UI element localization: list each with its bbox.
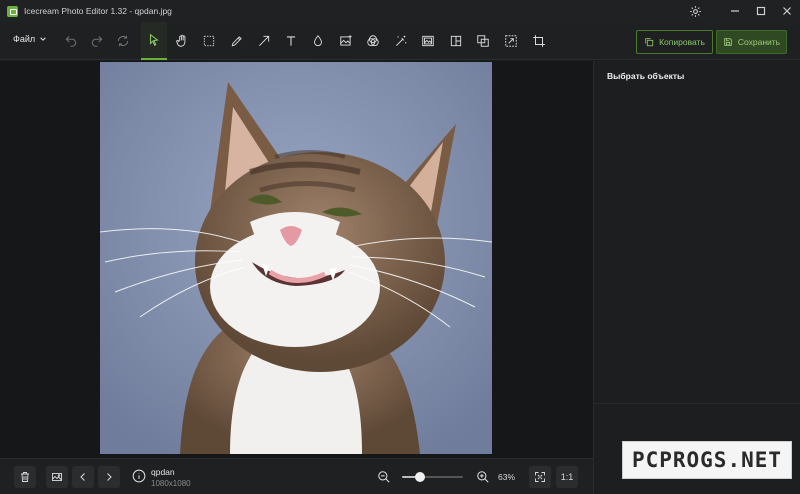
hand-tool-button[interactable] xyxy=(169,22,195,60)
trash-icon xyxy=(21,472,29,482)
frame-icon xyxy=(422,35,434,47)
save-icon xyxy=(724,38,732,46)
duplicate-icon xyxy=(477,35,489,47)
watermark-logo: PCPROGS.NET xyxy=(622,441,792,479)
cat-illustration xyxy=(100,62,492,454)
cat-photo[interactable] xyxy=(100,62,492,454)
marquee-select-icon xyxy=(203,35,215,47)
title-bar: Icecream Photo Editor 1.32 - qpdan.jpg xyxy=(0,0,800,22)
copy-icon xyxy=(645,38,654,47)
fill-tool-button[interactable] xyxy=(360,22,386,60)
reset-button[interactable] xyxy=(110,22,136,60)
magic-tool-button[interactable] xyxy=(388,22,414,60)
info-icon[interactable] xyxy=(132,469,146,483)
editor-canvas[interactable] xyxy=(0,61,593,458)
collage-tool-button[interactable] xyxy=(443,22,469,60)
crop-tool-button[interactable] xyxy=(526,22,552,60)
undo-button[interactable] xyxy=(58,22,84,60)
copy-button[interactable]: Копировать xyxy=(636,30,713,54)
save-button-label: Сохранить xyxy=(737,37,781,47)
file-menu[interactable]: Файл xyxy=(13,34,47,44)
chevron-down-icon xyxy=(40,37,46,41)
objects-panel: Выбрать объекты xyxy=(593,61,800,494)
chevron-right-icon xyxy=(107,473,112,481)
duplicate-tool-button[interactable] xyxy=(470,22,496,60)
zoom-in-icon[interactable] xyxy=(476,470,490,484)
frame-tool-button[interactable] xyxy=(415,22,441,60)
change-image-button[interactable] xyxy=(46,466,68,488)
close-button[interactable] xyxy=(774,0,800,22)
select-cursor-icon xyxy=(149,33,159,46)
panel-divider xyxy=(594,403,800,404)
window-title: Icecream Photo Editor 1.32 - qpdan.jpg xyxy=(24,6,172,16)
file-menu-label: Файл xyxy=(13,34,36,44)
previous-image-button[interactable] xyxy=(72,466,94,488)
collage-icon xyxy=(450,35,462,47)
arrow-tool-button[interactable] xyxy=(251,22,277,60)
settings-gear-icon[interactable] xyxy=(682,0,708,22)
bottom-bar: qpdan 1080x1080 63% 1:1 xyxy=(0,458,593,494)
magic-wand-icon xyxy=(396,35,407,46)
delete-button[interactable] xyxy=(14,466,36,488)
image-icon xyxy=(340,35,352,46)
redo-button[interactable] xyxy=(84,22,110,60)
zoom-slider[interactable] xyxy=(402,472,463,482)
fill-icon xyxy=(367,35,379,47)
arrow-icon xyxy=(259,35,270,46)
resize-tool-button[interactable] xyxy=(498,22,524,60)
brush-icon xyxy=(231,36,242,47)
blur-tool-button[interactable] xyxy=(305,22,331,60)
actual-size-button[interactable]: 1:1 xyxy=(556,466,578,488)
file-info: qpdan 1080x1080 xyxy=(151,467,191,488)
select-tool-button[interactable] xyxy=(141,22,167,60)
file-dimensions: 1080x1080 xyxy=(151,479,191,488)
fit-screen-icon xyxy=(535,472,545,482)
image-tool-button[interactable] xyxy=(333,22,359,60)
app-logo-icon xyxy=(7,5,18,17)
window-controls xyxy=(682,0,800,22)
copy-button-label: Копировать xyxy=(659,37,705,47)
marquee-tool-button[interactable] xyxy=(196,22,222,60)
panel-title: Выбрать объекты xyxy=(607,71,685,81)
file-name: qpdan xyxy=(151,467,175,477)
zoom-out-icon[interactable] xyxy=(377,470,391,484)
image-swap-icon xyxy=(52,473,62,481)
resize-icon xyxy=(505,35,517,47)
main-toolbar: Файл Копировать Сохранить xyxy=(0,22,800,60)
undo-icon xyxy=(65,35,77,47)
crop-icon xyxy=(533,35,545,47)
chevron-left-icon xyxy=(80,473,85,481)
hand-icon xyxy=(176,34,186,47)
redo-icon xyxy=(91,35,103,47)
maximize-button[interactable] xyxy=(748,0,774,22)
reset-icon xyxy=(117,35,129,47)
zoom-level: 63% xyxy=(498,472,516,482)
brush-tool-button[interactable] xyxy=(224,22,250,60)
next-image-button[interactable] xyxy=(98,466,120,488)
save-button[interactable]: Сохранить xyxy=(716,30,787,54)
text-tool-button[interactable] xyxy=(278,22,304,60)
zoom-slider-handle[interactable] xyxy=(415,472,426,482)
text-icon xyxy=(286,36,296,46)
fit-to-screen-button[interactable] xyxy=(529,466,551,488)
drop-icon xyxy=(314,35,322,47)
minimize-button[interactable] xyxy=(722,0,748,22)
